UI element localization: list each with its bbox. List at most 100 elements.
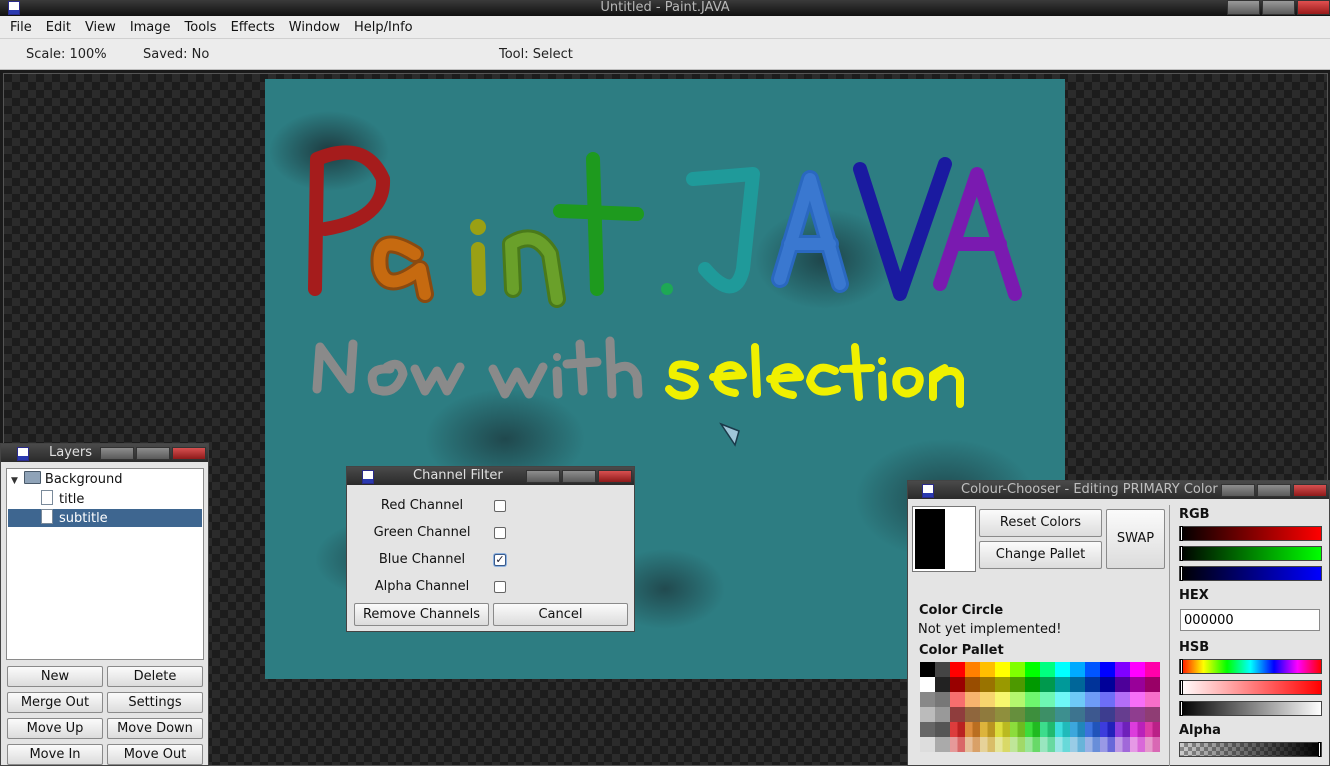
change-pallet-button[interactable]: Change Pallet	[979, 541, 1102, 569]
pallet-swatch[interactable]	[935, 662, 950, 677]
alpha-channel-checkbox[interactable]	[494, 581, 506, 593]
hue-slider[interactable]	[1179, 659, 1322, 674]
pallet-swatch[interactable]	[1070, 662, 1085, 677]
pallet-swatch[interactable]	[980, 692, 995, 707]
green-slider[interactable]	[1179, 546, 1322, 561]
pallet-swatch[interactable]	[1070, 692, 1085, 707]
green-slider-thumb[interactable]	[1180, 546, 1183, 561]
pallet-swatch[interactable]	[1040, 677, 1055, 692]
pallet-swatch[interactable]	[1010, 707, 1025, 722]
pallet-swatch[interactable]	[1145, 677, 1160, 692]
close-button[interactable]	[1297, 0, 1330, 15]
pallet-swatch[interactable]	[980, 677, 995, 692]
pallet-swatch[interactable]	[1115, 707, 1130, 722]
pallet-swatch[interactable]	[995, 737, 1010, 752]
pallet-swatch[interactable]	[1145, 662, 1160, 677]
tree-node-title[interactable]: title	[41, 490, 84, 508]
pallet-swatch[interactable]	[935, 677, 950, 692]
alpha-slider-thumb[interactable]	[1318, 742, 1321, 757]
pallet-swatch[interactable]	[1115, 722, 1130, 737]
pallet-swatch[interactable]	[920, 677, 935, 692]
pallet-swatch[interactable]	[995, 692, 1010, 707]
chooser-minimize-button[interactable]	[1221, 484, 1255, 497]
blue-slider-thumb[interactable]	[1180, 566, 1183, 581]
pallet-swatch[interactable]	[1010, 677, 1025, 692]
dialog-maximize-button[interactable]	[562, 470, 596, 483]
blue-slider[interactable]	[1179, 566, 1322, 581]
pallet-swatch[interactable]	[950, 737, 965, 752]
pallet-swatch[interactable]	[1130, 692, 1145, 707]
pallet-swatch[interactable]	[965, 737, 980, 752]
green-channel-checkbox[interactable]	[494, 527, 506, 539]
pallet-swatch[interactable]	[920, 737, 935, 752]
pallet-swatch[interactable]	[1100, 677, 1115, 692]
menu-file[interactable]: File	[3, 20, 39, 35]
layers-close-button[interactable]	[172, 447, 206, 460]
maximize-button[interactable]	[1262, 0, 1295, 15]
pallet-swatch[interactable]	[1115, 692, 1130, 707]
swap-button[interactable]: SWAP	[1106, 509, 1165, 569]
layers-title-bar[interactable]: Layers	[1, 444, 208, 462]
pallet-swatch[interactable]	[950, 722, 965, 737]
layers-minimize-button[interactable]	[100, 447, 134, 460]
pallet-swatch[interactable]	[995, 662, 1010, 677]
pallet-swatch[interactable]	[920, 722, 935, 737]
channel-filter-title-bar[interactable]: Channel Filter	[347, 467, 634, 485]
red-channel-checkbox[interactable]	[494, 500, 506, 512]
pallet-swatch[interactable]	[950, 677, 965, 692]
pallet-swatch[interactable]	[935, 692, 950, 707]
pallet-swatch[interactable]	[1025, 737, 1040, 752]
pallet-swatch[interactable]	[1040, 692, 1055, 707]
pallet-swatch[interactable]	[1055, 677, 1070, 692]
layers-maximize-button[interactable]	[136, 447, 170, 460]
pallet-swatch[interactable]	[965, 722, 980, 737]
pallet-swatch[interactable]	[1010, 737, 1025, 752]
layer-move-up-button[interactable]: Move Up	[7, 718, 103, 739]
pallet-swatch[interactable]	[1010, 692, 1025, 707]
color-pallet-grid[interactable]	[920, 662, 1160, 752]
menu-window[interactable]: Window	[282, 20, 347, 35]
menu-image[interactable]: Image	[123, 20, 178, 35]
dialog-close-button[interactable]	[598, 470, 632, 483]
pallet-swatch[interactable]	[1055, 662, 1070, 677]
dialog-minimize-button[interactable]	[526, 470, 560, 483]
pallet-swatch[interactable]	[1010, 662, 1025, 677]
chooser-maximize-button[interactable]	[1257, 484, 1291, 497]
pallet-swatch[interactable]	[1040, 722, 1055, 737]
pallet-swatch[interactable]	[1085, 707, 1100, 722]
pallet-swatch[interactable]	[1085, 662, 1100, 677]
pallet-swatch[interactable]	[920, 707, 935, 722]
pallet-swatch[interactable]	[950, 692, 965, 707]
saturation-slider[interactable]	[1179, 680, 1322, 695]
pallet-swatch[interactable]	[1025, 677, 1040, 692]
pallet-swatch[interactable]	[1145, 737, 1160, 752]
red-slider[interactable]	[1179, 526, 1322, 541]
pallet-swatch[interactable]	[1100, 737, 1115, 752]
pallet-swatch[interactable]	[1070, 737, 1085, 752]
pallet-swatch[interactable]	[1025, 707, 1040, 722]
pallet-swatch[interactable]	[965, 662, 980, 677]
remove-channels-button[interactable]: Remove Channels	[354, 603, 489, 626]
pallet-swatch[interactable]	[1085, 737, 1100, 752]
cancel-button[interactable]: Cancel	[493, 603, 628, 626]
pallet-swatch[interactable]	[1100, 722, 1115, 737]
pallet-swatch[interactable]	[1130, 677, 1145, 692]
pallet-swatch[interactable]	[1070, 722, 1085, 737]
pallet-swatch[interactable]	[1145, 692, 1160, 707]
pallet-swatch[interactable]	[980, 707, 995, 722]
pallet-swatch[interactable]	[1100, 707, 1115, 722]
pallet-swatch[interactable]	[980, 662, 995, 677]
pallet-swatch[interactable]	[1070, 677, 1085, 692]
pallet-swatch[interactable]	[1025, 692, 1040, 707]
pallet-swatch[interactable]	[1145, 722, 1160, 737]
reset-colors-button[interactable]: Reset Colors	[979, 509, 1102, 537]
pallet-swatch[interactable]	[995, 722, 1010, 737]
saturation-slider-thumb[interactable]	[1180, 680, 1183, 695]
pallet-swatch[interactable]	[1070, 707, 1085, 722]
pallet-swatch[interactable]	[950, 707, 965, 722]
pallet-swatch[interactable]	[950, 662, 965, 677]
pallet-swatch[interactable]	[1040, 737, 1055, 752]
brightness-slider-thumb[interactable]	[1180, 701, 1183, 716]
pallet-swatch[interactable]	[995, 707, 1010, 722]
pallet-swatch[interactable]	[1085, 722, 1100, 737]
